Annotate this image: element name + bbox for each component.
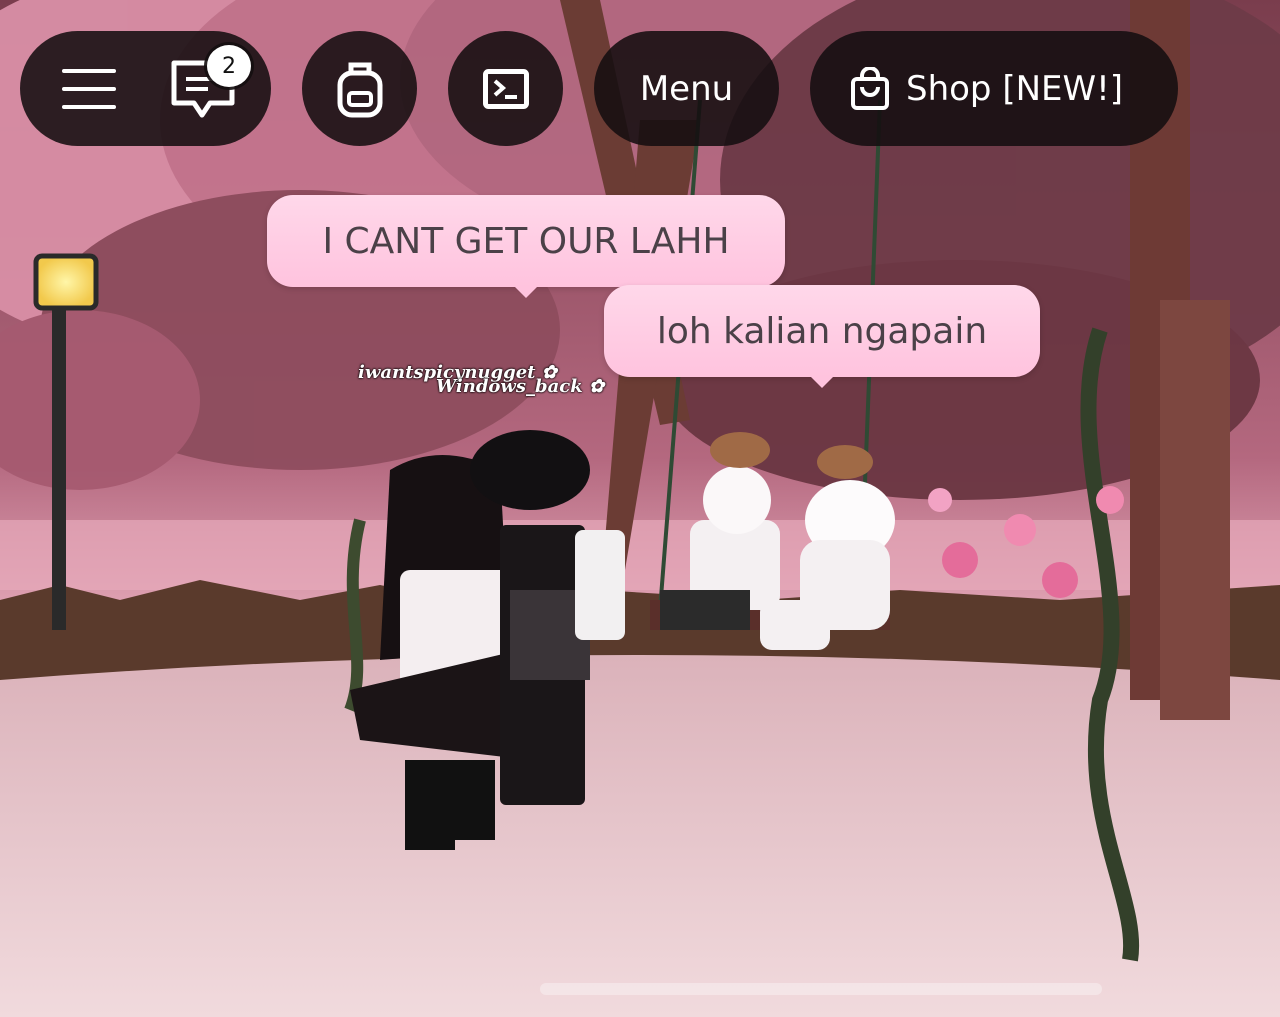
menu-button[interactable]: Menu — [594, 31, 779, 146]
terminal-icon — [482, 68, 529, 109]
menu-chat-group: 2 — [20, 31, 271, 146]
shop-label: Shop [NEW!] — [906, 68, 1124, 109]
bubble-tail — [810, 376, 834, 388]
flower-icon: ✿ — [589, 376, 605, 397]
chat-bubble-2: loh kalian ngapain — [604, 285, 1040, 388]
lamp-light — [33, 253, 99, 311]
shopping-bag-icon — [850, 66, 890, 111]
backpack-icon — [335, 59, 385, 119]
menu-label: Menu — [639, 68, 734, 109]
home-indicator[interactable] — [540, 983, 1102, 995]
backpack-button[interactable] — [302, 31, 417, 146]
game-viewport[interactable] — [0, 0, 1280, 1017]
ground — [0, 655, 1280, 1017]
chat-bubble-text: I CANT GET OUR LAHH — [322, 220, 730, 262]
vine — [344, 518, 366, 713]
bubble-tail — [514, 286, 538, 298]
player-name: Windows_back — [436, 376, 583, 397]
chat-bubble-text: loh kalian ngapain — [656, 310, 988, 352]
lamp-post — [52, 300, 66, 630]
chat-bubble-1: I CANT GET OUR LAHH — [267, 195, 785, 298]
shop-button[interactable]: Shop [NEW!] — [810, 31, 1178, 146]
tree-trunk — [1160, 300, 1230, 720]
chat-unread-badge: 2 — [207, 45, 251, 87]
player-name-tag: Windows_back ✿ — [436, 376, 604, 397]
horizon — [0, 520, 1280, 590]
hamburger-icon[interactable] — [62, 67, 116, 111]
console-button[interactable] — [448, 31, 563, 146]
